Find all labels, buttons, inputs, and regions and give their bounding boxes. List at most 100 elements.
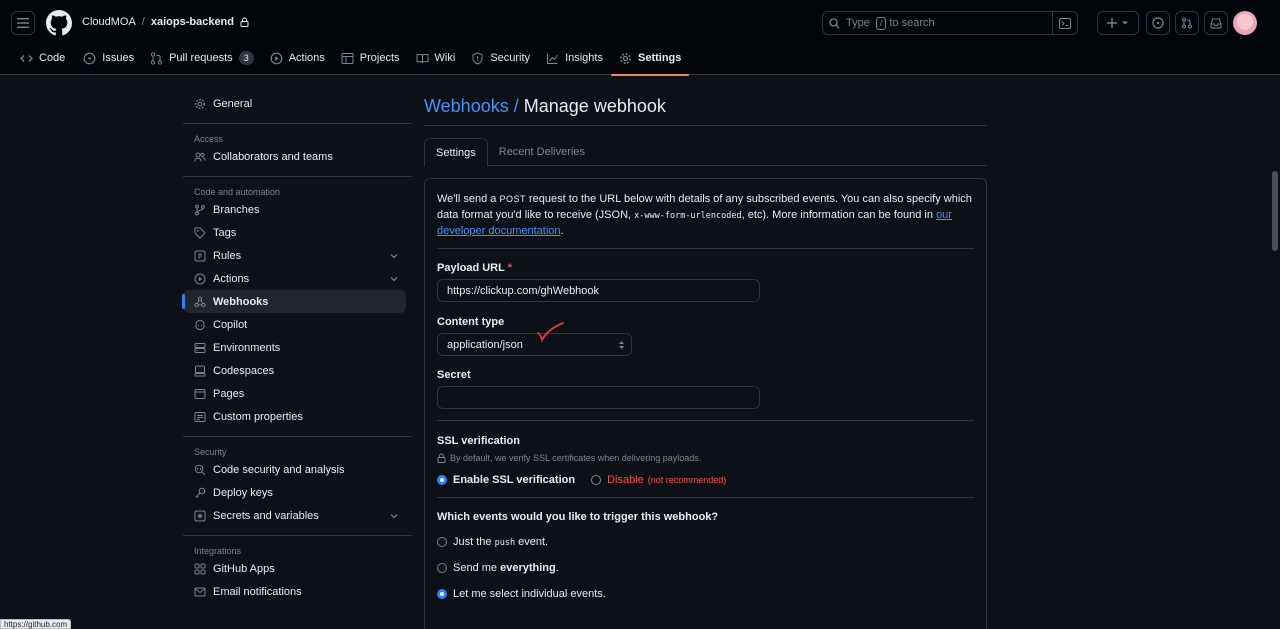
lock-icon	[240, 17, 249, 27]
page-scrollbar[interactable]	[1270, 75, 1280, 629]
search-icon	[829, 17, 840, 28]
sidebar-item-webhooks[interactable]: Webhooks	[182, 290, 406, 313]
menu-button[interactable]	[11, 11, 35, 35]
sidebar-item-pages[interactable]: Pages	[183, 382, 412, 405]
webhooks-breadcrumb-link[interactable]: Webhooks	[424, 96, 509, 116]
sidebar-item-code-security[interactable]: Code security and analysis	[183, 458, 412, 481]
radio-unselected[interactable]	[591, 475, 602, 485]
note-icon	[194, 411, 206, 422]
tab-security[interactable]: Security	[463, 45, 538, 71]
create-new-button[interactable]	[1097, 11, 1139, 35]
event-select-radio[interactable]: Let me select individual events.	[437, 588, 974, 600]
sidebar-item-codespaces[interactable]: Codespaces	[183, 359, 412, 382]
sidebar-item-label: General	[213, 97, 253, 110]
radio-unselected[interactable]	[437, 563, 447, 573]
radio-selected[interactable]	[437, 589, 447, 599]
sidebar-item-custom-properties[interactable]: Custom properties	[183, 405, 412, 428]
sidebar-item-secrets-variables[interactable]: Secrets and variables	[183, 504, 412, 527]
tab-projects[interactable]: Projects	[333, 45, 408, 71]
tab-issues[interactable]: Issues	[75, 45, 142, 71]
gear-icon	[620, 52, 631, 64]
title-divider	[424, 125, 987, 126]
red-checkmark-annotation	[537, 322, 564, 343]
branch-icon	[195, 204, 205, 215]
payload-url-group: Payload URL * https://clickup.com/ghWebh…	[437, 262, 974, 302]
sidebar-item-tags[interactable]: Tags	[183, 221, 412, 244]
radio-selected[interactable]	[437, 475, 447, 485]
tab-pull-requests-label: Pull requests	[169, 52, 233, 64]
inbox-button[interactable]	[1204, 11, 1228, 35]
sidebar-item-environments[interactable]: Environments	[183, 336, 412, 359]
command-palette-button[interactable]	[1052, 12, 1071, 34]
event-push-radio[interactable]: Just the push event.	[437, 536, 974, 548]
github-logo-icon[interactable]	[46, 10, 72, 36]
search-input[interactable]: Type / to search	[822, 11, 1078, 35]
form-divider	[437, 497, 974, 498]
event-everything-text: Send me	[453, 562, 498, 574]
search-shortcut-key: /	[875, 16, 887, 30]
sidebar-item-email-notifications[interactable]: Email notifications	[183, 580, 412, 603]
repo-nav-tabs: Code Issues Pull requests 3 Actions Proj…	[12, 45, 690, 76]
codescan-icon	[194, 464, 206, 475]
ssl-disable-note: (not recommended)	[647, 475, 727, 485]
sidebar-heading-code-automation: Code and automation	[194, 187, 281, 197]
secret-input[interactable]	[437, 386, 760, 409]
radio-unselected[interactable]	[437, 537, 447, 547]
chevron-down-icon[interactable]	[388, 250, 400, 262]
issues-button[interactable]	[1146, 11, 1170, 35]
chevron-down-icon[interactable]	[388, 510, 400, 522]
user-avatar[interactable]	[1233, 11, 1257, 35]
pull-requests-button[interactable]	[1175, 11, 1199, 35]
graph-icon	[547, 53, 558, 64]
event-select-label: Let me select individual events.	[453, 588, 606, 600]
secret-label: Secret	[437, 369, 471, 381]
required-mark: *	[507, 262, 512, 274]
sidebar-heading-access: Access	[194, 134, 224, 144]
book-icon	[416, 53, 429, 63]
plus-icon	[1107, 18, 1117, 28]
sidebar-item-label: Webhooks	[213, 295, 269, 308]
sidebar-item-copilot[interactable]: Copilot	[183, 313, 412, 336]
webhook-main: Webhooks / Manage webhook Settings Recen…	[424, 92, 987, 629]
sidebar-item-github-apps[interactable]: GitHub Apps	[183, 557, 412, 580]
sidebar-item-actions[interactable]: Actions	[183, 267, 412, 290]
sidebar-item-label: Branches	[213, 203, 260, 216]
sidebar-item-label: Collaborators and teams	[213, 150, 333, 163]
scrollbar-thumb[interactable]	[1272, 171, 1278, 251]
ssl-enable-radio[interactable]: Enable SSL verification	[437, 474, 575, 486]
ssl-hint: By default, we verify SSL certificates w…	[437, 453, 974, 463]
payload-url-input[interactable]: https://clickup.com/ghWebhook	[437, 279, 760, 302]
tab-wiki[interactable]: Wiki	[408, 45, 464, 71]
tab-code[interactable]: Code	[12, 45, 73, 71]
webhook-tabs: Settings Recent Deliveries	[424, 138, 987, 167]
sidebar-item-branches[interactable]: Branches	[183, 198, 412, 221]
sidebar-item-deploy-keys[interactable]: Deploy keys	[183, 481, 412, 504]
content-type-value: application/json	[447, 338, 523, 351]
chevron-down-icon[interactable]	[388, 273, 400, 285]
event-push-text: event.	[518, 536, 549, 548]
sidebar-item-rules[interactable]: Rules	[183, 244, 412, 267]
repo-name-link[interactable]: xaiops-backend	[151, 16, 234, 28]
intro-text: , etc). More information can be found in	[741, 208, 933, 221]
apps-icon	[194, 563, 206, 574]
key-icon	[195, 487, 206, 498]
event-everything-radio[interactable]: Send me everything.	[437, 562, 974, 574]
sidebar-item-general[interactable]: General	[183, 92, 412, 115]
mail-icon	[194, 587, 206, 596]
sidebar-item-label: Rules	[213, 249, 242, 262]
sidebar-heading-integrations: Integrations	[194, 546, 242, 556]
tab-actions[interactable]: Actions	[262, 45, 333, 71]
tab-insights[interactable]: Insights	[538, 45, 611, 71]
sidebar-item-label: Custom properties	[213, 410, 303, 423]
tab-recent-deliveries[interactable]: Recent Deliveries	[488, 138, 596, 166]
ssl-disable-radio[interactable]: Disable (not recommended)	[591, 474, 726, 486]
play-icon	[194, 273, 206, 284]
tab-pull-requests[interactable]: Pull requests 3	[142, 45, 262, 71]
repo-owner-link[interactable]: CloudMOA	[82, 16, 136, 28]
content-type-select[interactable]: application/json	[437, 333, 632, 356]
tab-settings[interactable]: Settings	[424, 138, 488, 167]
tab-settings[interactable]: Settings	[610, 45, 690, 76]
page-title-text: Manage webhook	[523, 96, 666, 116]
sidebar-item-collaborators[interactable]: Collaborators and teams	[183, 145, 412, 168]
intro-text: We'll send a	[437, 193, 497, 205]
